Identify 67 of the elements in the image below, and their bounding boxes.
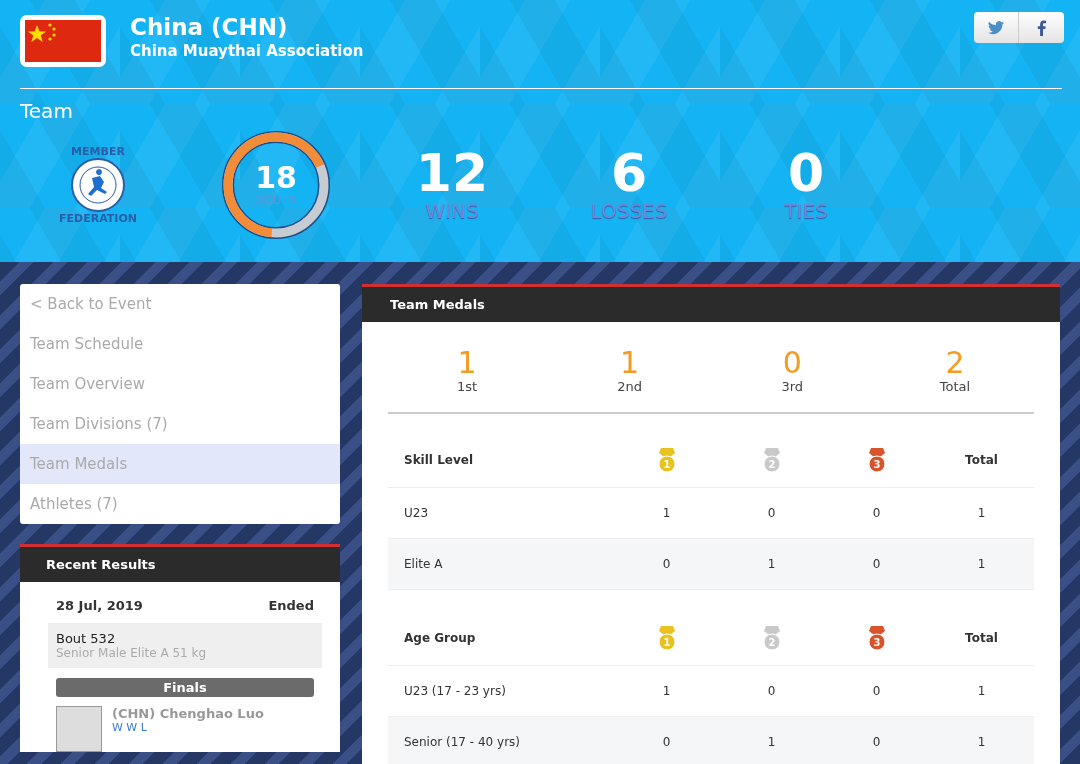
table-cell-text: 1 bbox=[766, 735, 777, 749]
column-header: Total bbox=[964, 630, 999, 645]
stat-value: 6 bbox=[610, 147, 648, 199]
association-name: China Muaythai Association bbox=[130, 42, 364, 60]
table-cell-text: 1 bbox=[976, 684, 987, 698]
card-title: Recent Results bbox=[20, 547, 340, 582]
share-button[interactable] bbox=[1019, 12, 1064, 43]
row-label: Elite A bbox=[403, 557, 444, 571]
medal-label: 2nd bbox=[617, 379, 643, 394]
menu-item[interactable]: Athletes (7) bbox=[20, 484, 340, 524]
medal-count: 1 bbox=[620, 346, 640, 379]
result-status: Ended bbox=[268, 598, 314, 613]
table-cell-text: 0 bbox=[661, 557, 672, 571]
stat-value: 12 bbox=[415, 147, 489, 199]
stat-label: WINS bbox=[425, 199, 479, 223]
bouts-count: 18 bbox=[255, 163, 297, 193]
medal-label: 1st bbox=[456, 379, 478, 394]
table-cell-text: 0 bbox=[766, 506, 777, 520]
row-label: U23 bbox=[403, 506, 430, 520]
table-cell-text: 1 bbox=[766, 557, 777, 571]
badge-label: FEDERATION bbox=[59, 212, 137, 225]
letter-f-icon bbox=[1037, 19, 1046, 36]
bout-number: Bout 532 bbox=[56, 631, 117, 646]
row-label: Senior (17 - 40 yrs) bbox=[403, 735, 521, 749]
stat-value: 0 bbox=[787, 147, 825, 199]
table-cell-text: 0 bbox=[766, 684, 777, 698]
table-cell-text: 1 bbox=[976, 557, 987, 571]
row-label: U23 (17 - 23 yrs) bbox=[403, 684, 507, 698]
table-cell-text: 1 bbox=[976, 506, 987, 520]
column-header: Total bbox=[964, 452, 999, 467]
table-cell-text: 0 bbox=[871, 506, 882, 520]
menu-item[interactable]: < Back to Event bbox=[20, 284, 340, 324]
share-button[interactable] bbox=[974, 12, 1019, 43]
round-label: Finals bbox=[56, 678, 314, 697]
bird-icon bbox=[988, 20, 1004, 35]
medal-count: 2 bbox=[945, 346, 965, 379]
country-name: China (CHN) bbox=[130, 14, 289, 40]
china-flag-icon bbox=[20, 15, 106, 67]
menu-item[interactable]: Team Divisions (7) bbox=[20, 404, 340, 444]
medal-label: Total bbox=[939, 379, 971, 394]
medal-count: 0 bbox=[782, 346, 802, 379]
table-cell-text: 1 bbox=[661, 684, 672, 698]
table-cell-text: 1 bbox=[661, 506, 672, 520]
section-title: Team bbox=[20, 99, 74, 123]
table-cell-text: 1 bbox=[976, 735, 987, 749]
medal-label: 3rd bbox=[781, 379, 804, 394]
bouts-label: BOUTS bbox=[255, 193, 297, 207]
menu-item[interactable]: Team Medals bbox=[20, 444, 340, 484]
menu-item[interactable]: Team Overview bbox=[20, 364, 340, 404]
bout-division: Senior Male Elite A 51 kg bbox=[56, 646, 208, 660]
result-date: 28 Jul, 2019 bbox=[56, 598, 143, 613]
table-cell-text: 0 bbox=[661, 735, 672, 749]
stat-label: LOSSES bbox=[590, 199, 668, 223]
table-cell-text: 0 bbox=[871, 557, 882, 571]
avatar-placeholder bbox=[56, 706, 102, 752]
panel-title: Team Medals bbox=[362, 287, 1060, 322]
column-header: Skill Level bbox=[403, 452, 474, 467]
stat-label: TIES bbox=[784, 199, 828, 223]
menu-item[interactable]: Team Schedule bbox=[20, 324, 340, 364]
athlete-record: W W L bbox=[112, 721, 148, 734]
column-header: Age Group bbox=[403, 630, 477, 645]
athlete-name: (CHN) Chenghao Luo bbox=[112, 706, 264, 721]
badge-label: MEMBER bbox=[71, 145, 125, 158]
medal-count: 1 bbox=[457, 346, 477, 379]
federation-emblem-icon bbox=[71, 158, 125, 212]
table-cell-text: 0 bbox=[871, 684, 882, 698]
table-cell-text: 0 bbox=[871, 735, 882, 749]
